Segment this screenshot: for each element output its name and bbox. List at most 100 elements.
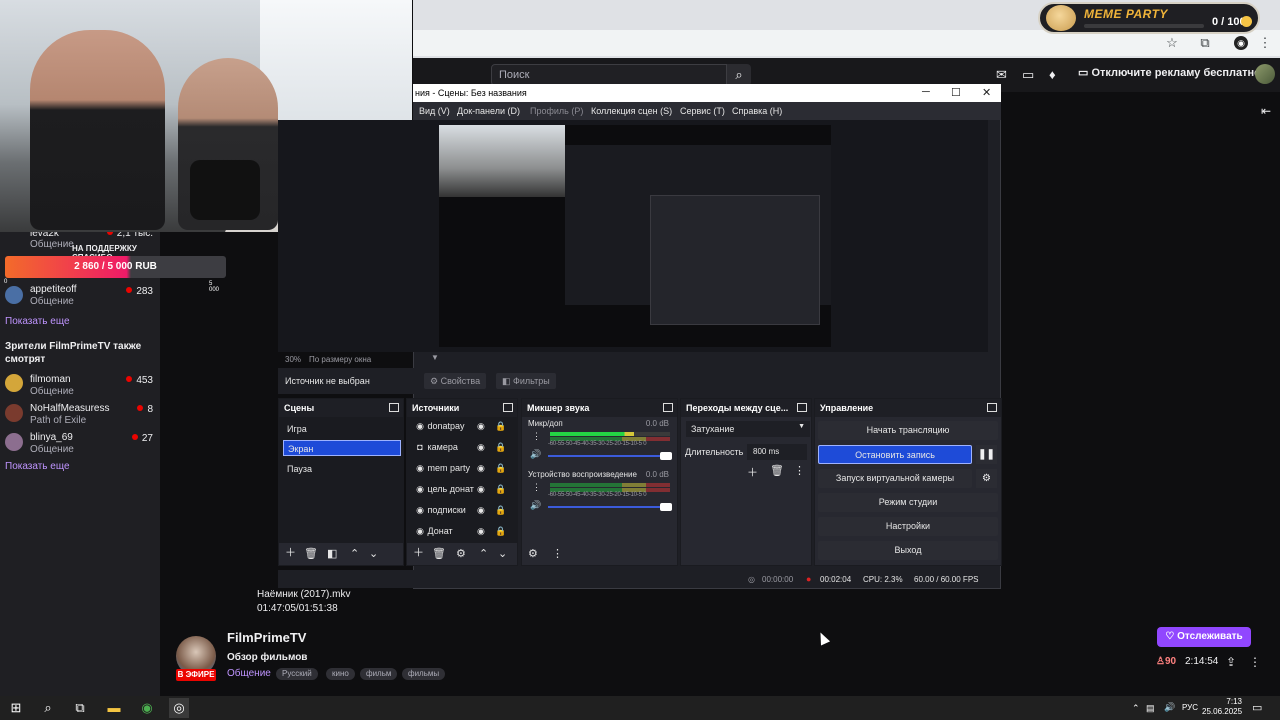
obs-icon[interactable]: ◎ (169, 698, 189, 718)
trash-icon[interactable]: 🗑 (304, 547, 318, 560)
network-icon[interactable]: ▤ (1146, 703, 1155, 714)
lock-icon[interactable]: 🔒 (495, 442, 506, 453)
lock-icon[interactable]: 🔒 (495, 421, 506, 432)
filters-button[interactable]: ◧ Фильтры (496, 373, 556, 389)
maximize-icon[interactable]: ☐ (951, 86, 961, 99)
exit-button[interactable]: Выход (818, 541, 998, 560)
more-icon[interactable]: ⋮ (794, 464, 805, 538)
also-watch-name[interactable]: filmoman (30, 374, 71, 385)
avatar[interactable] (5, 404, 23, 422)
undock-icon[interactable] (503, 403, 513, 412)
whispers-icon[interactable]: ▭ (1022, 67, 1034, 83)
more-menu-icon[interactable]: ⋮ (1258, 36, 1272, 50)
gear-icon[interactable]: ⚙ (528, 547, 538, 560)
stream-category[interactable]: Общение (227, 668, 271, 679)
eye-icon[interactable]: ◉ (477, 463, 485, 474)
undock-icon[interactable] (987, 403, 997, 412)
channel-name[interactable]: FilmPrimeTV (227, 630, 306, 645)
trash-icon[interactable]: 🗑 (432, 547, 446, 560)
follow-button[interactable]: ♡ Отслеживать (1157, 627, 1251, 647)
move-up-icon[interactable]: ⌃ (350, 547, 359, 560)
properties-button[interactable]: ⚙ Свойства (424, 373, 487, 389)
file-explorer-icon[interactable]: ▬ (104, 698, 124, 718)
tag[interactable]: Русский (276, 668, 318, 680)
lock-icon[interactable]: 🔒 (495, 463, 506, 474)
also-watch-name[interactable]: blinya_69 (30, 432, 73, 443)
source-item[interactable]: ◉ mem party ◉ 🔒 (415, 463, 513, 479)
eye-icon[interactable]: ◉ (477, 505, 485, 516)
menu-profile[interactable]: Профиль (P) (530, 106, 583, 116)
scene-item[interactable]: Пауза (283, 461, 401, 477)
profile-icon[interactable]: ◉ (1234, 36, 1248, 50)
move-down-icon[interactable]: ⌄ (369, 547, 378, 560)
add-icon[interactable]: ＋ (413, 544, 424, 560)
eye-icon[interactable]: ◉ (477, 442, 485, 453)
search-icon[interactable]: ⌕ (727, 64, 751, 86)
tag[interactable]: кино (326, 668, 355, 680)
trash-icon[interactable]: 🗑 (770, 464, 784, 538)
studio-mode-button[interactable]: Режим студии (818, 493, 998, 512)
gear-icon[interactable]: ⚙ (976, 469, 997, 488)
show-more-link[interactable]: Показать еще (5, 461, 70, 472)
followed-channel-name[interactable]: appetiteoff (30, 284, 77, 295)
chrome-icon[interactable]: ◉ (137, 698, 157, 718)
source-item[interactable]: ◘ камера ◉ 🔒 (415, 442, 513, 458)
menu-view[interactable]: Вид (V) (419, 106, 450, 116)
extensions-icon[interactable]: ⧉ (1198, 36, 1212, 50)
move-up-icon[interactable]: ⌃ (479, 547, 488, 560)
source-item[interactable]: ◉ цель донат ◉ 🔒 (415, 484, 513, 500)
avatar[interactable] (5, 286, 23, 304)
menu-tools[interactable]: Сервис (T) (680, 106, 725, 116)
transition-select[interactable]: Затухание ▼ (686, 421, 810, 437)
minimize-icon[interactable]: ─ (922, 86, 930, 98)
lock-icon[interactable]: 🔒 (495, 526, 506, 537)
move-down-icon[interactable]: ⌄ (498, 547, 507, 560)
avatar[interactable] (5, 433, 23, 451)
volume-icon[interactable]: 🔊 (1164, 702, 1175, 713)
tray-chevron-icon[interactable]: ⌃ (1132, 703, 1140, 714)
search-icon[interactable]: ⌕ (38, 698, 58, 718)
menu-docks[interactable]: Док-панели (D) (457, 106, 520, 116)
settings-button[interactable]: Настройки (818, 517, 998, 536)
zoom-level[interactable]: 30% (285, 355, 301, 364)
search-input[interactable]: Поиск (491, 64, 727, 86)
scene-item[interactable]: Игра (283, 421, 401, 437)
speaker-icon[interactable]: 🔊 (530, 500, 541, 511)
bookmark-star-icon[interactable]: ☆ (1165, 36, 1179, 50)
add-icon[interactable]: ＋ (747, 464, 758, 538)
mixer-menu-icon[interactable]: ⋮ (532, 482, 541, 493)
volume-slider[interactable] (548, 503, 672, 511)
undock-icon[interactable] (389, 403, 399, 412)
source-item[interactable]: ◉ подписки ◉ 🔒 (415, 505, 513, 521)
avatar[interactable] (5, 374, 23, 392)
duration-input[interactable]: 800 ms (747, 444, 807, 460)
tag[interactable]: фильм (360, 668, 398, 680)
notifications-icon[interactable]: ▭ (1252, 701, 1262, 714)
inbox-icon[interactable]: ✉ (996, 67, 1007, 83)
scene-item-selected[interactable]: Экран (283, 440, 401, 456)
gear-icon[interactable]: ⚙ (456, 547, 466, 560)
show-more-link[interactable]: Показать еще (5, 316, 70, 327)
ad-free-button[interactable]: ▭ Отключите рекламу бесплатно (1078, 66, 1261, 79)
prime-crown-icon[interactable]: ♦ (1049, 67, 1056, 82)
eye-icon[interactable]: ◉ (477, 484, 485, 495)
volume-slider[interactable] (548, 452, 672, 460)
collapse-chat-icon[interactable]: ⇤ (1261, 104, 1271, 118)
also-watch-name[interactable]: NoHalfMeasuress (30, 403, 109, 414)
user-avatar[interactable] (1255, 64, 1275, 84)
speaker-icon[interactable]: 🔊 (530, 449, 541, 460)
undock-icon[interactable] (797, 403, 807, 412)
task-view-icon[interactable]: ⧉ (70, 698, 90, 718)
lock-icon[interactable]: 🔒 (495, 505, 506, 516)
windows-start-icon[interactable]: ⊞ (6, 698, 26, 718)
start-stream-button[interactable]: Начать трансляцию (818, 421, 998, 440)
add-icon[interactable]: ＋ (285, 544, 296, 560)
menu-scene-collection[interactable]: Коллекция сцен (S) (591, 106, 672, 116)
undock-icon[interactable] (663, 403, 673, 412)
zoom-mode[interactable]: По размеру окна (309, 355, 371, 364)
more-icon[interactable]: ⋮ (1249, 655, 1261, 669)
tag[interactable]: фильмы (402, 668, 446, 680)
close-icon[interactable]: ✕ (982, 86, 991, 99)
eye-icon[interactable]: ◉ (477, 421, 485, 432)
source-item[interactable]: ◉ Донат ◉ 🔒 (415, 526, 513, 542)
